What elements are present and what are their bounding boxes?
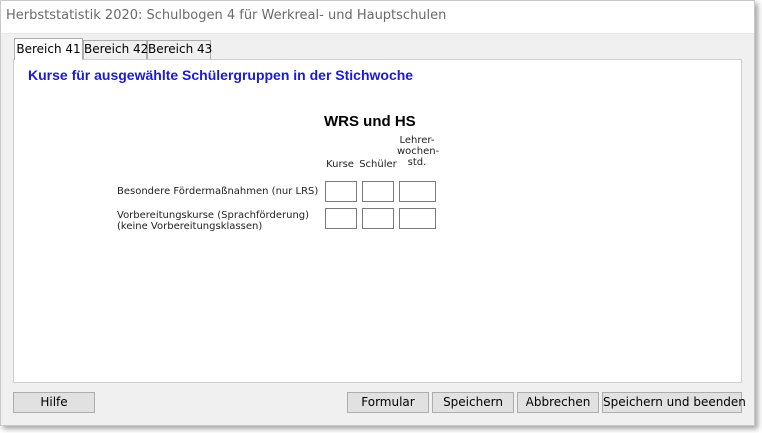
column-header-lehrerwochenstd: Lehrer- wochen- std. [397,135,440,168]
input-foerder-lehrerwochenstd[interactable] [399,181,436,202]
input-foerder-kurse[interactable] [325,181,357,202]
title-bar[interactable]: Herbststatistik 2020: Schulbogen 4 für W… [1,1,754,34]
dialog-window: Herbststatistik 2020: Schulbogen 4 für W… [0,0,755,426]
column-header-schueler: Schüler [359,159,397,170]
tab-bereich-43[interactable]: Bereich 43 [147,40,212,59]
form-button[interactable]: Formular [347,392,429,413]
save-button[interactable]: Speichern [432,392,514,413]
tab-panel: Kurse für ausgewählte Schülergruppen in … [13,59,742,383]
help-button[interactable]: Hilfe [13,392,95,413]
input-vorb-schueler[interactable] [362,208,394,229]
input-foerder-schueler[interactable] [362,181,394,202]
tab-bereich-42[interactable]: Bereich 42 [83,40,148,59]
column-header-kurse: Kurse [326,159,354,170]
cancel-button[interactable]: Abbrechen [517,392,599,413]
save-and-close-button[interactable]: Speichern und beenden [602,392,746,413]
input-vorb-lehrerwochenstd[interactable] [399,208,436,229]
section-heading: Kurse für ausgewählte Schülergruppen in … [28,67,414,83]
row-label-foerdermassnahmen: Besondere Fördermaßnahmen (nur LRS) [117,186,319,197]
input-vorb-kurse[interactable] [325,208,357,229]
tab-bereich-41[interactable]: Bereich 41 [14,38,83,60]
row-label-vorbereitungskurse: Vorbereitungskurse (Sprachförderung) (ke… [117,210,310,232]
group-title: WRS und HS [324,113,416,130]
window-title: Herbststatistik 2020: Schulbogen 4 für W… [6,8,447,23]
